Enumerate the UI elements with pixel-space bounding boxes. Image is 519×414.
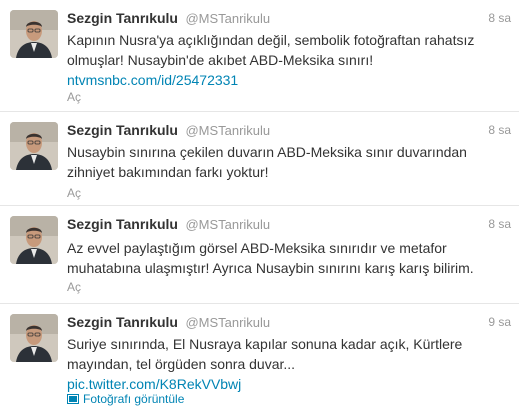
tweet-text: Nusaybin sınırına çekilen duvarın ABD-Me…: [67, 142, 487, 182]
tweet-timestamp[interactable]: 9 sa: [488, 315, 511, 329]
tweet-text-line: Kapının Nusra'ya açıklığından değil, sem…: [67, 32, 475, 48]
view-photo-link[interactable]: Fotoğrafı görüntüle: [67, 392, 184, 406]
tweet-text-line: olmuşlar! Nusaybin'de akıbet ABD-Meksika…: [67, 52, 374, 68]
view-photo-label: Fotoğrafı görüntüle: [83, 392, 185, 406]
avatar[interactable]: [10, 10, 58, 58]
photo-icon: [67, 394, 79, 404]
tweet-timestamp[interactable]: 8 sa: [488, 11, 511, 25]
tweet[interactable]: Sezgin Tanrıkulu @MSTanrikulu 8 sa Az ev…: [0, 206, 519, 304]
author-name[interactable]: Sezgin Tanrıkulu: [67, 122, 178, 138]
tweet-text-line: muhatabına ulaşmıştır! Ayrıca Nusaybin s…: [67, 260, 474, 276]
person-portrait-icon: [10, 122, 58, 170]
tweet-text-line: Az evvel paylaştığım görsel ABD-Meksika …: [67, 240, 447, 256]
tweet-text: Az evvel paylaştığım görsel ABD-Meksika …: [67, 238, 487, 278]
expand-tweet-link[interactable]: Aç: [67, 186, 81, 200]
tweet-header: Sezgin Tanrıkulu @MSTanrikulu: [67, 10, 507, 28]
author-handle[interactable]: @MSTanrikulu: [185, 11, 270, 26]
tweet-text: Suriye sınırında, El Nusraya kapılar son…: [67, 334, 487, 394]
avatar[interactable]: [10, 216, 58, 264]
author-name[interactable]: Sezgin Tanrıkulu: [67, 10, 178, 26]
tweet-link[interactable]: ntvmsnbc.com/id/25472331: [67, 70, 487, 90]
person-portrait-icon: [10, 10, 58, 58]
tweet-text-line: Suriye sınırında, El Nusraya kapılar son…: [67, 336, 463, 352]
avatar[interactable]: [10, 314, 58, 362]
author-name[interactable]: Sezgin Tanrıkulu: [67, 314, 178, 330]
author-name[interactable]: Sezgin Tanrıkulu: [67, 216, 178, 232]
tweet-timestamp[interactable]: 8 sa: [488, 123, 511, 137]
expand-tweet-link[interactable]: Aç: [67, 90, 81, 104]
person-portrait-icon: [10, 314, 58, 362]
avatar[interactable]: [10, 122, 58, 170]
author-handle[interactable]: @MSTanrikulu: [185, 217, 270, 232]
person-portrait-icon: [10, 216, 58, 264]
tweet-text-line: mayından, tel örgüden sonra duvar...: [67, 356, 296, 372]
tweet-text-line: Nusaybin sınırına çekilen duvarın ABD-Me…: [67, 144, 467, 160]
tweet-link[interactable]: pic.twitter.com/K8RekVVbwj: [67, 374, 487, 394]
tweet-header: Sezgin Tanrıkulu @MSTanrikulu: [67, 122, 507, 140]
author-handle[interactable]: @MSTanrikulu: [185, 123, 270, 138]
tweet-header: Sezgin Tanrıkulu @MSTanrikulu: [67, 314, 507, 332]
tweet-timeline: Sezgin Tanrıkulu @MSTanrikulu 8 sa Kapın…: [0, 0, 519, 414]
tweet-timestamp[interactable]: 8 sa: [488, 217, 511, 231]
tweet[interactable]: Sezgin Tanrıkulu @MSTanrikulu 9 sa Suriy…: [0, 304, 519, 414]
tweet-text: Kapının Nusra'ya açıklığından değil, sem…: [67, 30, 487, 90]
author-handle[interactable]: @MSTanrikulu: [185, 315, 270, 330]
tweet[interactable]: Sezgin Tanrıkulu @MSTanrikulu 8 sa Kapın…: [0, 0, 519, 112]
tweet-header: Sezgin Tanrıkulu @MSTanrikulu: [67, 216, 507, 234]
tweet-text-line: zihniyet bakımından farkı yoktur!: [67, 164, 269, 180]
expand-tweet-link[interactable]: Aç: [67, 280, 81, 294]
tweet[interactable]: Sezgin Tanrıkulu @MSTanrikulu 8 sa Nusay…: [0, 112, 519, 206]
